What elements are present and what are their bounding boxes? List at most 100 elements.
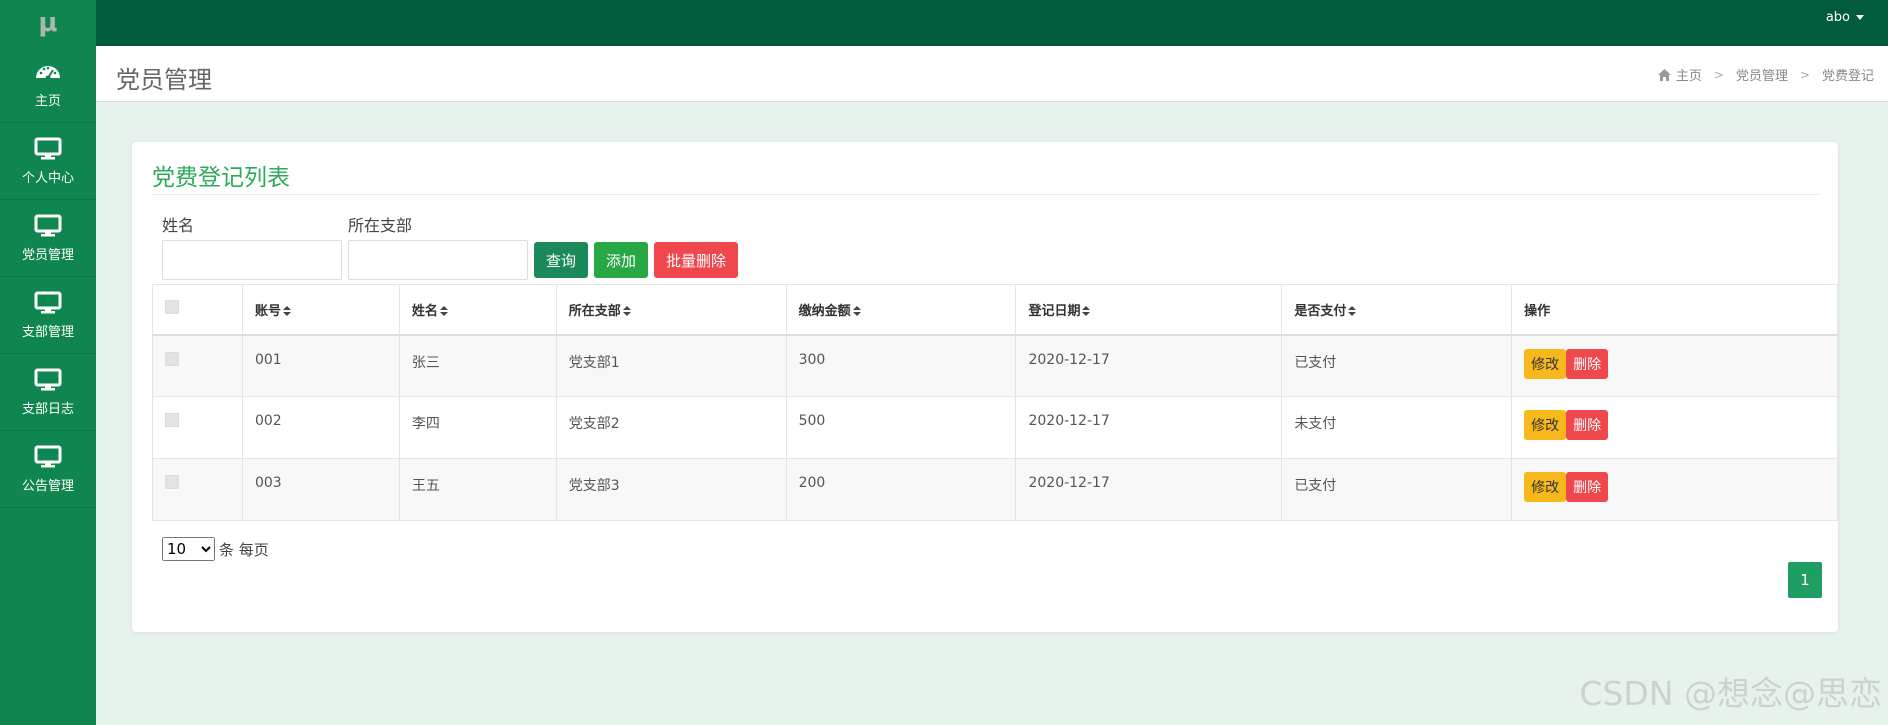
sidebar-item-label: 党员管理 bbox=[21, 247, 74, 263]
cell-paid: 已支付 bbox=[1281, 334, 1513, 397]
edit-button[interactable]: 修改 bbox=[1524, 348, 1567, 379]
breadcrumb: 主页 > 党员管理 > 党费登记 bbox=[1657, 65, 1874, 84]
search-bar: 姓名 所在支部 查询 添加 批量删除 bbox=[162, 212, 739, 280]
fee-table: 账号 姓名 所在支部 缴纳金额 登记日期 是否支付 操作 001 张三 党支部1… bbox=[152, 284, 1838, 521]
divider bbox=[152, 194, 1822, 195]
chevron-right-icon: > bbox=[1713, 67, 1724, 82]
column-header-name[interactable]: 姓名 bbox=[398, 284, 557, 336]
breadcrumb-item: 主页 bbox=[1675, 69, 1702, 84]
column-header-branch[interactable]: 所在支部 bbox=[555, 284, 787, 336]
cell-branch: 党支部1 bbox=[555, 334, 787, 397]
sidebar-item-label: 支部日志 bbox=[21, 401, 74, 417]
add-button[interactable]: 添加 bbox=[594, 242, 649, 278]
cell-date: 2020-12-17 bbox=[1015, 396, 1283, 459]
user-name: abo bbox=[1825, 10, 1850, 25]
delete-button[interactable]: 删除 bbox=[1566, 348, 1609, 379]
top-bar: abo bbox=[96, 0, 1888, 46]
branch-input[interactable] bbox=[348, 240, 528, 280]
row-select-cell bbox=[152, 396, 243, 459]
breadcrumb-home[interactable]: 主页 bbox=[1657, 65, 1702, 84]
breadcrumb-item[interactable]: 党员管理 bbox=[1736, 65, 1788, 84]
sidebar-item-label: 主页 bbox=[34, 93, 61, 109]
cell-actions: 修改 删除 bbox=[1511, 334, 1838, 397]
header-label: 是否支付 bbox=[1294, 303, 1347, 319]
column-header-date[interactable]: 登记日期 bbox=[1015, 284, 1283, 336]
column-header-amount[interactable]: 缴纳金额 bbox=[785, 284, 1017, 336]
table-header-row: 账号 姓名 所在支部 缴纳金额 登记日期 是否支付 操作 bbox=[152, 284, 1838, 336]
cell-date: 2020-12-17 bbox=[1015, 334, 1283, 397]
sidebar: μ 主页 个人中心 党员管理 支部管理 支部日志 公告管理 bbox=[0, 0, 96, 725]
fee-list-card: 党费登记列表 姓名 所在支部 查询 添加 批量删除 账号 姓名 所在支部 缴纳金… bbox=[132, 142, 1838, 632]
cell-name: 李四 bbox=[398, 396, 557, 459]
query-button[interactable]: 查询 bbox=[534, 242, 589, 278]
sidebar-item-home[interactable]: 主页 bbox=[0, 46, 96, 123]
batch-delete-button[interactable]: 批量删除 bbox=[654, 242, 739, 278]
header-label: 登记日期 bbox=[1028, 303, 1081, 319]
sidebar-item-announcements[interactable]: 公告管理 bbox=[0, 431, 96, 508]
monitor-icon bbox=[34, 291, 62, 313]
row-checkbox[interactable] bbox=[165, 351, 179, 366]
cell-amount: 500 bbox=[785, 396, 1017, 459]
cell-paid: 未支付 bbox=[1281, 396, 1513, 459]
cell-amount: 200 bbox=[785, 458, 1017, 521]
app-logo[interactable]: μ bbox=[0, 0, 96, 46]
cell-name: 王五 bbox=[398, 458, 557, 521]
delete-button[interactable]: 删除 bbox=[1566, 410, 1609, 440]
table-row: 001 张三 党支部1 300 2020-12-17 已支付 修改 删除 bbox=[152, 334, 1838, 397]
row-select-cell bbox=[152, 334, 243, 397]
page-size-control: 10 条 每页 bbox=[162, 537, 269, 561]
sidebar-item-branch-logs[interactable]: 支部日志 bbox=[0, 354, 96, 431]
cell-account: 003 bbox=[241, 458, 400, 521]
card-title: 党费登记列表 bbox=[152, 165, 290, 191]
monitor-icon bbox=[34, 445, 62, 467]
row-checkbox[interactable] bbox=[165, 475, 179, 489]
select-all-checkbox[interactable] bbox=[165, 300, 179, 315]
sidebar-item-profile[interactable]: 个人中心 bbox=[0, 123, 96, 200]
page-size-select[interactable]: 10 bbox=[162, 537, 215, 561]
page-title: 党员管理 bbox=[116, 66, 212, 94]
header-label: 操作 bbox=[1524, 303, 1551, 319]
cell-actions: 修改 删除 bbox=[1511, 396, 1838, 459]
cell-paid: 已支付 bbox=[1281, 458, 1513, 521]
user-menu[interactable]: abo bbox=[1826, 10, 1864, 25]
name-search-field: 姓名 bbox=[162, 212, 342, 280]
cell-date: 2020-12-17 bbox=[1015, 458, 1283, 521]
page-header: 党员管理 主页 > 党员管理 > 党费登记 bbox=[96, 46, 1888, 102]
sidebar-item-label: 公告管理 bbox=[21, 478, 74, 494]
branch-search-field: 所在支部 bbox=[348, 212, 528, 280]
sort-icon bbox=[282, 306, 291, 317]
pagination-current-page[interactable]: 1 bbox=[1788, 562, 1822, 598]
column-header-paid[interactable]: 是否支付 bbox=[1281, 284, 1513, 336]
monitor-icon bbox=[34, 137, 62, 159]
caret-down-icon bbox=[1856, 15, 1864, 20]
delete-button[interactable]: 删除 bbox=[1566, 472, 1609, 502]
sort-icon bbox=[439, 306, 448, 317]
cell-branch: 党支部2 bbox=[555, 396, 787, 459]
branch-label: 所在支部 bbox=[348, 216, 413, 235]
cell-name: 张三 bbox=[398, 334, 557, 397]
monitor-icon bbox=[34, 368, 62, 390]
header-label: 账号 bbox=[254, 303, 281, 319]
edit-button[interactable]: 修改 bbox=[1524, 410, 1567, 440]
name-label: 姓名 bbox=[162, 216, 195, 235]
chevron-right-icon: > bbox=[1799, 67, 1810, 82]
home-icon bbox=[1657, 68, 1671, 81]
cell-account: 001 bbox=[241, 334, 400, 397]
column-header-actions: 操作 bbox=[1511, 284, 1838, 336]
monitor-icon bbox=[34, 214, 62, 236]
cell-branch: 党支部3 bbox=[555, 458, 787, 521]
edit-button[interactable]: 修改 bbox=[1524, 472, 1567, 502]
column-header-account[interactable]: 账号 bbox=[241, 284, 400, 336]
sort-icon bbox=[1082, 306, 1091, 317]
cell-account: 002 bbox=[241, 396, 400, 459]
row-select-cell bbox=[152, 458, 243, 521]
watermark: CSDN @想念@思恋 bbox=[1579, 674, 1882, 713]
sidebar-item-branches[interactable]: 支部管理 bbox=[0, 277, 96, 354]
breadcrumb-item-current: 党费登记 bbox=[1821, 69, 1874, 84]
sort-icon bbox=[622, 306, 631, 317]
name-input[interactable] bbox=[162, 240, 342, 280]
row-checkbox[interactable] bbox=[165, 413, 179, 427]
sidebar-item-members[interactable]: 党员管理 bbox=[0, 200, 96, 277]
table-row: 003 王五 党支部3 200 2020-12-17 已支付 修改 删除 bbox=[152, 458, 1838, 521]
sort-icon bbox=[1348, 306, 1357, 317]
